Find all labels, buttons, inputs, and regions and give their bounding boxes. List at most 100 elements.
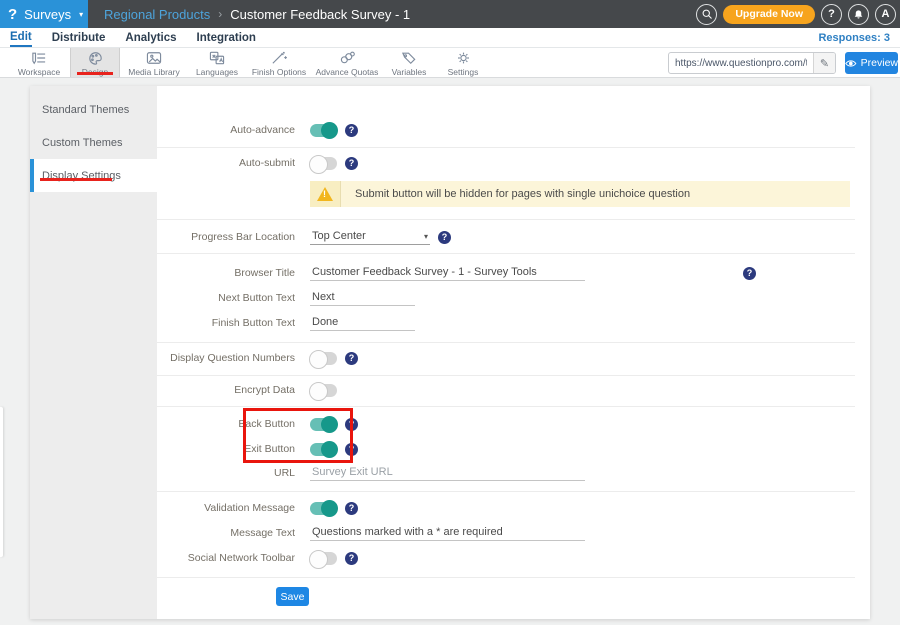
sidebar-item-display-settings[interactable]: Display Settings [30, 159, 157, 192]
browser-title-input[interactable] [310, 265, 585, 281]
design-settings-card: Standard Themes Custom Themes Display Se… [30, 86, 870, 619]
tab-design[interactable]: Design [70, 48, 120, 77]
back-button-help-icon[interactable]: ? [345, 418, 358, 431]
survey-url-box: ✎ [668, 52, 836, 74]
product-name: Surveys [24, 7, 71, 22]
social-network-toolbar-label: Social Network Toolbar [157, 552, 295, 564]
setting-row-progress-bar: Progress Bar Location Top Center ▾ ? [157, 228, 870, 246]
nav-item-analytics[interactable]: Analytics [125, 30, 176, 46]
design-palette-icon [87, 51, 104, 65]
notifications-bell-icon[interactable] [848, 4, 869, 25]
nav-item-edit[interactable]: Edit [10, 29, 32, 47]
display-question-numbers-help-icon[interactable]: ? [345, 352, 358, 365]
setting-row-exit-button: Exit Button ? [157, 440, 870, 458]
display-settings-panel: Auto-advance ? Auto-submit ? Submit butt… [157, 86, 870, 619]
next-button-text-label: Next Button Text [157, 292, 295, 304]
advance-quotas-links-icon [338, 51, 356, 65]
survey-nav: Edit Distribute Analytics Integration Re… [0, 28, 900, 48]
tab-settings[interactable]: Settings [436, 48, 490, 77]
tab-languages[interactable]: Languages [188, 48, 246, 77]
warning-text: Submit button will be hidden for pages w… [341, 181, 690, 207]
tab-advance-quotas[interactable]: Advance Quotas [312, 48, 382, 77]
breadcrumb-separator: › [218, 7, 222, 21]
setting-row-auto-advance: Auto-advance ? [157, 121, 870, 139]
encrypt-data-label: Encrypt Data [157, 384, 295, 396]
setting-row-validation-message: Validation Message ? [157, 499, 870, 517]
social-network-toolbar-help-icon[interactable]: ? [345, 552, 358, 565]
divider [157, 253, 855, 254]
tab-workspace[interactable]: Workspace [8, 48, 70, 77]
exit-button-help-icon[interactable]: ? [345, 443, 358, 456]
upgrade-now-label: Upgrade Now [735, 8, 803, 20]
tab-finish-options[interactable]: Finish Options [246, 48, 312, 77]
edit-url-pencil-icon[interactable]: ✎ [813, 53, 835, 73]
nav-item-integration[interactable]: Integration [197, 30, 256, 46]
auto-submit-warning: Submit button will be hidden for pages w… [310, 181, 850, 207]
tab-label: Workspace [18, 67, 60, 77]
save-button[interactable]: Save [276, 587, 309, 606]
auto-advance-label: Auto-advance [157, 124, 295, 136]
progress-bar-location-value: Top Center [312, 230, 366, 242]
exit-url-label: URL [157, 467, 295, 479]
help-glyph: ? [828, 8, 835, 20]
progress-bar-help-icon[interactable]: ? [438, 231, 451, 244]
search-icon[interactable] [696, 4, 717, 25]
validation-message-toggle[interactable] [310, 502, 337, 515]
progress-bar-location-select[interactable]: Top Center ▾ [310, 229, 430, 245]
survey-url-input[interactable] [669, 58, 813, 69]
tab-media-library[interactable]: Media Library [120, 48, 188, 77]
avatar[interactable]: A [875, 4, 896, 25]
warning-triangle-icon [317, 187, 333, 201]
validation-message-help-icon[interactable]: ? [345, 502, 358, 515]
encrypt-data-toggle[interactable] [310, 384, 337, 397]
top-bar: ? Surveys ▾ Regional Products › Customer… [0, 0, 900, 28]
divider [157, 147, 855, 148]
sidebar-item-custom-themes[interactable]: Custom Themes [30, 126, 157, 159]
dropdown-caret-icon: ▾ [424, 232, 428, 241]
finish-button-text-label: Finish Button Text [157, 317, 295, 329]
nav-item-distribute[interactable]: Distribute [52, 30, 106, 46]
exit-url-input[interactable] [310, 465, 585, 481]
message-text-input[interactable] [310, 525, 585, 541]
breadcrumb-folder[interactable]: Regional Products [104, 7, 210, 22]
browser-title-help-icon[interactable]: ? [743, 267, 756, 280]
product-switcher[interactable]: ? Surveys ▾ [0, 0, 88, 28]
divider [157, 375, 855, 376]
back-button-toggle[interactable] [310, 418, 337, 431]
topbar-actions: Upgrade Now ? A [696, 0, 900, 28]
auto-advance-toggle[interactable] [310, 124, 337, 137]
validation-message-label: Validation Message [157, 502, 295, 514]
workspace-icon [30, 51, 48, 65]
preview-button[interactable]: Preview [845, 52, 898, 74]
auto-advance-help-icon[interactable]: ? [345, 124, 358, 137]
active-sidebar-underline [40, 178, 112, 181]
divider [157, 491, 855, 492]
tab-variables[interactable]: Variables [382, 48, 436, 77]
exit-button-toggle[interactable] [310, 443, 337, 456]
display-question-numbers-toggle[interactable] [310, 352, 337, 365]
tab-label: Media Library [128, 67, 180, 77]
help-icon[interactable]: ? [821, 4, 842, 25]
auto-submit-help-icon[interactable]: ? [345, 157, 358, 170]
responses-count[interactable]: Responses: 3 [818, 32, 890, 44]
survey-title: Customer Feedback Survey - 1 [230, 7, 410, 22]
tab-label: Finish Options [252, 67, 306, 77]
active-tab-underline [77, 72, 113, 75]
social-network-toolbar-toggle[interactable] [310, 552, 337, 565]
sidebar-item-standard-themes[interactable]: Standard Themes [30, 93, 157, 126]
next-button-text-input[interactable] [310, 290, 415, 306]
chevron-down-icon: ▾ [79, 10, 83, 19]
auto-submit-toggle[interactable] [310, 157, 337, 170]
finish-button-text-input[interactable] [310, 315, 415, 331]
progress-bar-location-label: Progress Bar Location [157, 231, 295, 243]
tab-label: Variables [392, 67, 427, 77]
upgrade-now-button[interactable]: Upgrade Now [723, 5, 815, 24]
pencil-glyph: ✎ [820, 57, 829, 70]
setting-row-auto-submit: Auto-submit ? [157, 154, 870, 172]
collapsed-panel-edge [0, 407, 3, 557]
warning-icon-cell [310, 181, 341, 207]
preview-label: Preview [861, 57, 898, 69]
divider [157, 342, 855, 343]
avatar-initial: A [882, 8, 890, 20]
media-library-icon [145, 51, 163, 65]
